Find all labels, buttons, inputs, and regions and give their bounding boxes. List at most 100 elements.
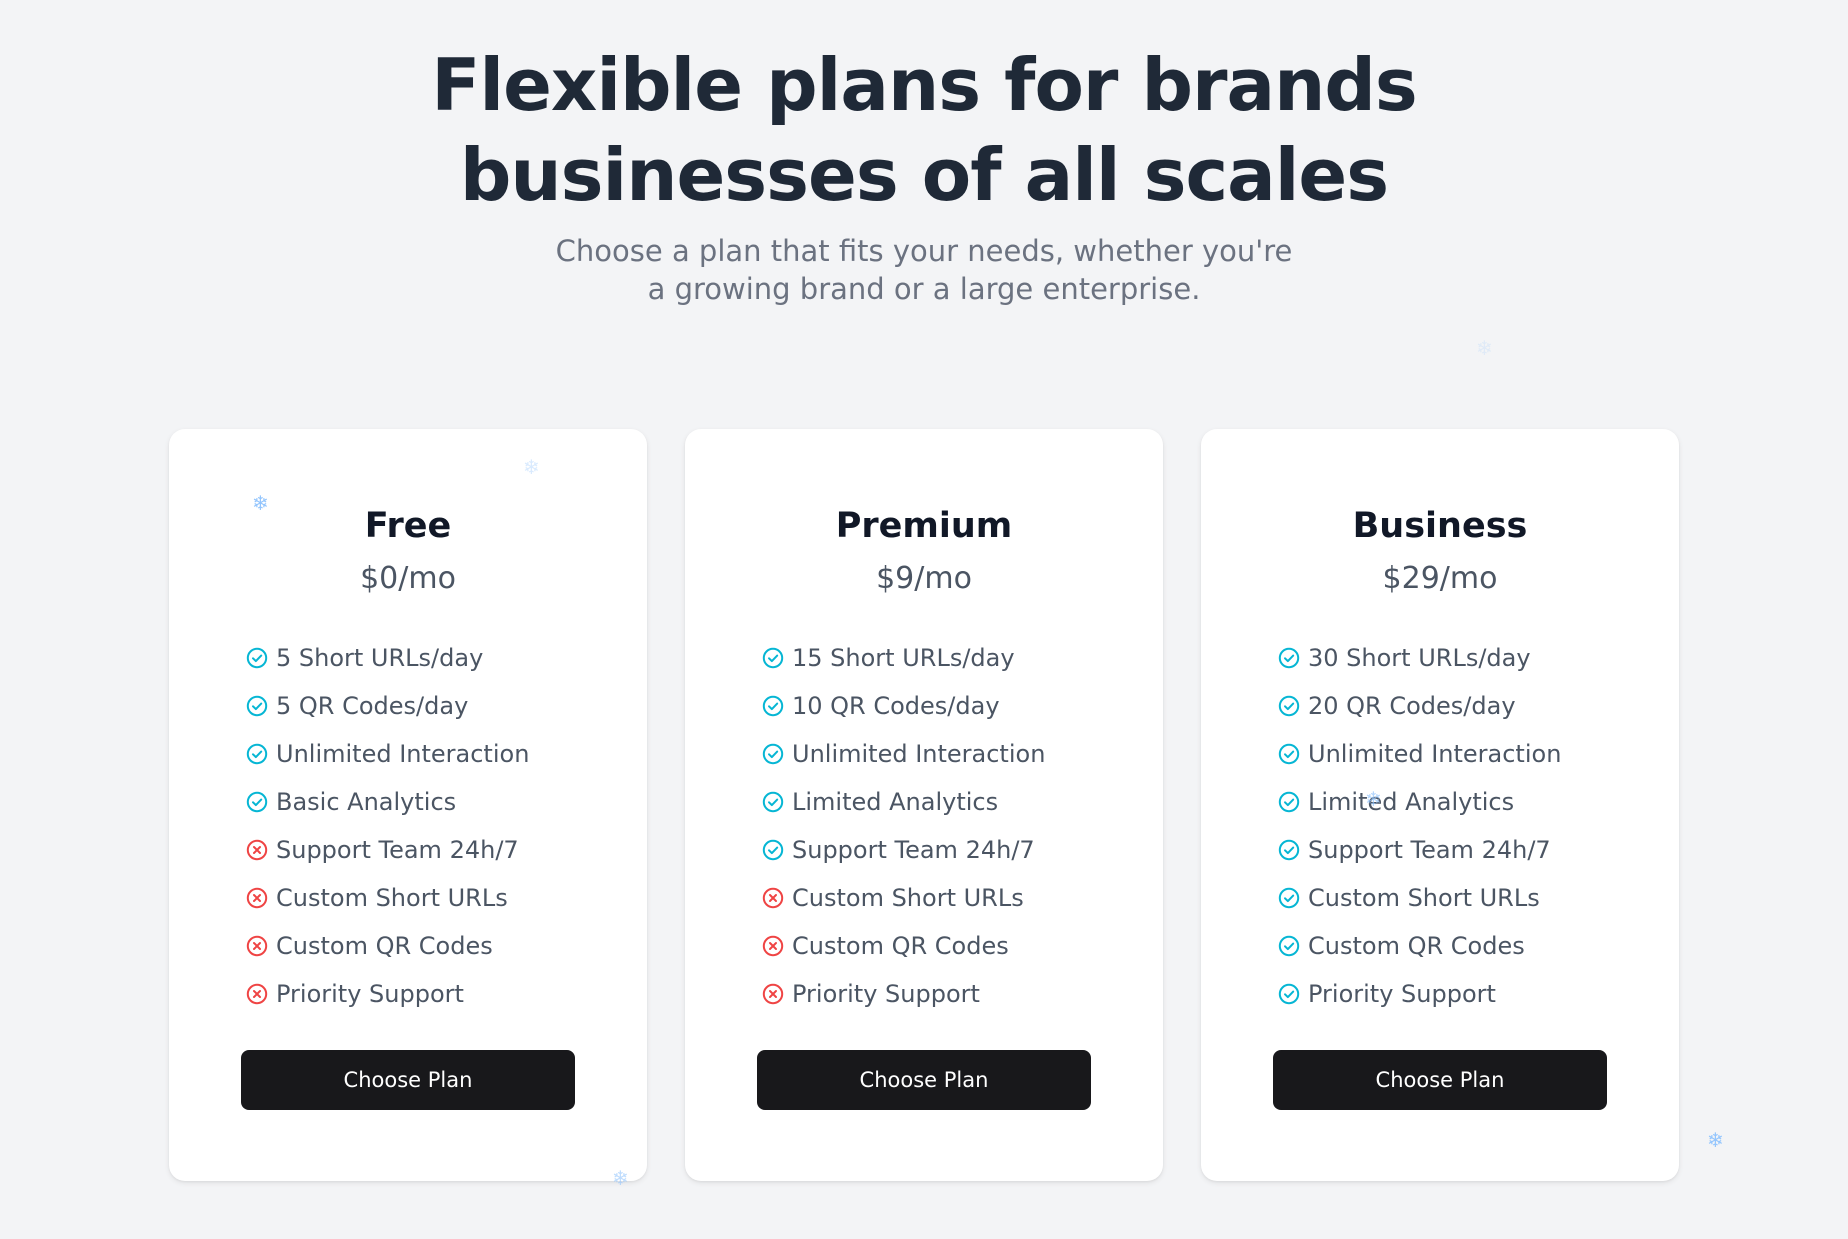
check-circle-icon	[1278, 839, 1300, 861]
plan-card-premium: Premium $9/mo 15 Short URLs/day 10 QR Cod…	[685, 429, 1163, 1181]
feature-label: 15 Short URLs/day	[792, 644, 1015, 672]
check-circle-icon	[1278, 791, 1300, 813]
plan-name: Business	[1352, 506, 1528, 546]
feature-label: Priority Support	[792, 980, 980, 1008]
feature-item: 5 QR Codes/day	[246, 682, 529, 730]
snowflake-icon: ❄	[1707, 1128, 1724, 1152]
page-title-line-2: businesses of all scales	[459, 133, 1389, 217]
feature-item: 10 QR Codes/day	[762, 682, 1045, 730]
plan-card-free: Free $0/mo 5 Short URLs/day 5 QR Codes/da…	[169, 429, 647, 1181]
feature-item: Priority Support	[762, 970, 1045, 1018]
feature-label: Unlimited Interaction	[1308, 740, 1562, 768]
feature-list: 30 Short URLs/day 20 QR Codes/day Unlimite…	[1278, 634, 1561, 1018]
feature-item: Limited Analytics	[1278, 778, 1561, 826]
feature-label: Custom QR Codes	[276, 932, 493, 960]
feature-item: Unlimited Interaction	[246, 730, 529, 778]
plan-card-business: Business $29/mo 30 Short URLs/day 20 QR C…	[1201, 429, 1679, 1181]
choose-plan-button-free[interactable]: Choose Plan	[241, 1050, 575, 1110]
feature-item: Support Team 24h/7	[762, 826, 1045, 874]
check-circle-icon	[762, 743, 784, 765]
check-circle-icon	[246, 791, 268, 813]
feature-label: Custom Short URLs	[276, 884, 508, 912]
check-circle-icon	[762, 791, 784, 813]
plan-name: Free	[364, 506, 452, 546]
feature-label: Priority Support	[1308, 980, 1496, 1008]
feature-list: 5 Short URLs/day 5 QR Codes/day Unlimited …	[246, 634, 529, 1018]
snowflake-icon: ❄	[1476, 336, 1493, 360]
check-circle-icon	[1278, 695, 1300, 717]
snowflake-icon: ❄	[1365, 787, 1382, 811]
page-subtitle-line-1: Choose a plan that fits your needs, whet…	[555, 234, 1293, 268]
feature-item: Unlimited Interaction	[762, 730, 1045, 778]
feature-item: Limited Analytics	[762, 778, 1045, 826]
x-circle-icon	[762, 935, 784, 957]
feature-label: Support Team 24h/7	[276, 836, 519, 864]
feature-item: Unlimited Interaction	[1278, 730, 1561, 778]
plan-name: Premium	[835, 506, 1013, 546]
snowflake-icon: ❄	[523, 455, 540, 479]
feature-item: Custom Short URLs	[1278, 874, 1561, 922]
check-circle-icon	[762, 695, 784, 717]
page-subtitle: Choose a plan that fits your needs, whet…	[0, 232, 1848, 308]
x-circle-icon	[762, 983, 784, 1005]
feature-label: Custom QR Codes	[1308, 932, 1525, 960]
check-circle-icon	[1278, 935, 1300, 957]
choose-plan-button-premium[interactable]: Choose Plan	[757, 1050, 1091, 1110]
feature-label: 5 Short URLs/day	[276, 644, 484, 672]
check-circle-icon	[1278, 743, 1300, 765]
feature-item: Custom QR Codes	[1278, 922, 1561, 970]
feature-label: 30 Short URLs/day	[1308, 644, 1531, 672]
pricing-page: Flexible plans for brands businesses of …	[0, 0, 1848, 1239]
x-circle-icon	[246, 887, 268, 909]
feature-item: 15 Short URLs/day	[762, 634, 1045, 682]
choose-plan-button-business[interactable]: Choose Plan	[1273, 1050, 1607, 1110]
snowflake-icon: ❄	[252, 491, 269, 515]
check-circle-icon	[762, 647, 784, 669]
feature-list: 15 Short URLs/day 10 QR Codes/day Unlimite…	[762, 634, 1045, 1018]
feature-item: Custom QR Codes	[762, 922, 1045, 970]
page-title-line-1: Flexible plans for brands	[431, 43, 1418, 127]
feature-item: Support Team 24h/7	[1278, 826, 1561, 874]
feature-item: Support Team 24h/7	[246, 826, 529, 874]
feature-label: Support Team 24h/7	[792, 836, 1035, 864]
feature-label: Custom Short URLs	[792, 884, 1024, 912]
x-circle-icon	[246, 983, 268, 1005]
plan-price: $29/mo	[1382, 561, 1498, 596]
check-circle-icon	[1278, 647, 1300, 669]
feature-label: 20 QR Codes/day	[1308, 692, 1516, 720]
feature-label: Basic Analytics	[276, 788, 457, 816]
x-circle-icon	[246, 935, 268, 957]
feature-label: 10 QR Codes/day	[792, 692, 1000, 720]
check-circle-icon	[1278, 887, 1300, 909]
check-circle-icon	[246, 647, 268, 669]
feature-item: 5 Short URLs/day	[246, 634, 529, 682]
feature-item: Priority Support	[1278, 970, 1561, 1018]
feature-label: Unlimited Interaction	[792, 740, 1046, 768]
feature-label: Support Team 24h/7	[1308, 836, 1551, 864]
feature-label: Priority Support	[276, 980, 464, 1008]
plan-price: $0/mo	[360, 561, 456, 596]
feature-label: Unlimited Interaction	[276, 740, 530, 768]
page-subtitle-line-2: a growing brand or a large enterprise.	[647, 272, 1201, 306]
check-circle-icon	[762, 839, 784, 861]
x-circle-icon	[246, 839, 268, 861]
feature-item: Custom Short URLs	[246, 874, 529, 922]
feature-item: 30 Short URLs/day	[1278, 634, 1561, 682]
check-circle-icon	[1278, 983, 1300, 1005]
feature-label: 5 QR Codes/day	[276, 692, 469, 720]
feature-item: 20 QR Codes/day	[1278, 682, 1561, 730]
feature-label: Limited Analytics	[1308, 788, 1515, 816]
feature-item: Basic Analytics	[246, 778, 529, 826]
feature-item: Custom QR Codes	[246, 922, 529, 970]
page-title: Flexible plans for brands businesses of …	[0, 40, 1848, 220]
feature-label: Custom Short URLs	[1308, 884, 1540, 912]
feature-label: Limited Analytics	[792, 788, 999, 816]
snowflake-icon: ❄	[612, 1166, 629, 1190]
plan-price: $9/mo	[876, 561, 972, 596]
check-circle-icon	[246, 695, 268, 717]
feature-label: Custom QR Codes	[792, 932, 1009, 960]
feature-item: Priority Support	[246, 970, 529, 1018]
check-circle-icon	[246, 743, 268, 765]
feature-item: Custom Short URLs	[762, 874, 1045, 922]
x-circle-icon	[762, 887, 784, 909]
